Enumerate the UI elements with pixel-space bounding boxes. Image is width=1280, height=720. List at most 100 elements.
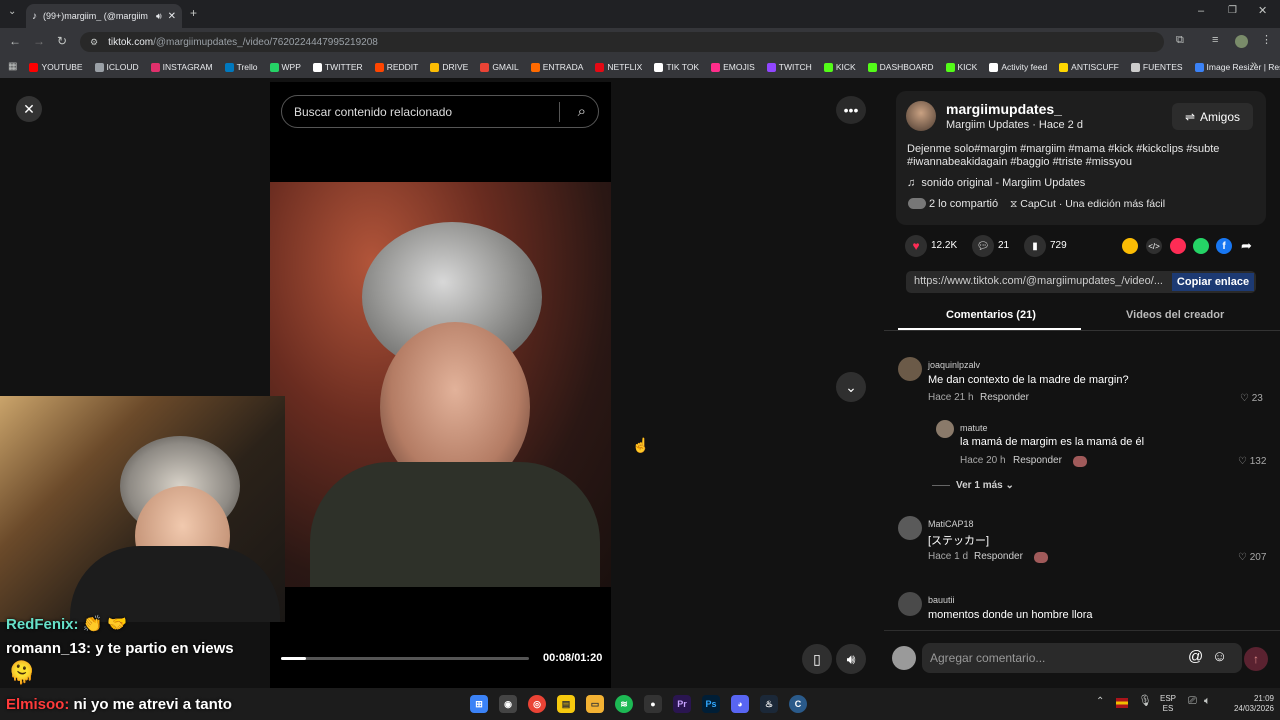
comment-user[interactable]: joaquinlpzalv — [928, 360, 980, 370]
share-more-icon[interactable]: ➦ — [1241, 238, 1252, 254]
search-icon[interactable]: ⌕ — [578, 103, 586, 120]
network-icon[interactable]: ⎚ — [1188, 696, 1197, 707]
site-info-icon[interactable]: ⚙ — [90, 37, 98, 48]
author-avatar[interactable] — [906, 101, 936, 131]
search-input[interactable]: Buscar contenido relacionado ⌕ — [281, 95, 599, 128]
profile-avatar[interactable] — [1235, 35, 1248, 48]
comment-likes[interactable]: ♡ 207 — [1238, 552, 1266, 563]
mention-icon[interactable]: @ — [1188, 648, 1203, 665]
close-video-icon[interactable]: ✕ — [16, 96, 42, 122]
progress-bar[interactable] — [281, 657, 529, 660]
bookmark-icon[interactable]: ▮ — [1024, 235, 1046, 257]
bookmark-item[interactable]: KICK — [823, 62, 856, 72]
bookmark-item[interactable]: WPP — [269, 62, 301, 72]
reload-icon[interactable]: ↻ — [57, 35, 67, 47]
notes-icon[interactable]: ▤ — [557, 695, 575, 713]
emoji-icon[interactable]: ☺ — [1212, 648, 1227, 665]
media-icon[interactable]: ≡ — [1212, 35, 1218, 46]
comment-user[interactable]: MatiCAP18 — [928, 519, 974, 529]
close-window-icon[interactable]: ✕ — [1258, 6, 1267, 17]
bookmark-item[interactable]: Trello — [224, 62, 258, 72]
reply-button[interactable]: Responder — [980, 392, 1029, 403]
facebook-icon[interactable]: f — [1216, 238, 1232, 254]
tab-creator-videos[interactable]: Videos del creador — [1126, 309, 1224, 321]
bookmark-item[interactable]: Image Resizer | Resi... — [1194, 62, 1280, 72]
whatsapp-icon[interactable] — [1193, 238, 1209, 254]
bookmark-item[interactable]: FUENTES — [1130, 62, 1183, 72]
video-frame[interactable] — [270, 182, 611, 587]
maximize-icon[interactable]: ❐ — [1228, 6, 1237, 16]
bookmark-item[interactable]: DASHBOARD — [867, 62, 934, 72]
more-bookmarks-icon[interactable]: » — [1251, 60, 1257, 71]
bookmark-item[interactable]: ICLOUD — [94, 62, 139, 72]
comment-avatar[interactable] — [898, 516, 922, 540]
bookmark-item[interactable]: ANTISCUFF — [1059, 62, 1119, 72]
bookmark-item[interactable]: DRIVE — [430, 62, 468, 72]
steam-icon[interactable]: ♨ — [760, 695, 778, 713]
speaker-icon[interactable]: 🔈︎ — [1204, 696, 1211, 707]
comment-user[interactable]: bauutii — [928, 595, 955, 605]
bookmark-item[interactable]: Activity feed — [989, 62, 1047, 72]
chrome-icon[interactable]: ◎ — [528, 695, 546, 713]
audio-icon[interactable]: 🔊︎ — [156, 11, 162, 22]
start-icon[interactable]: ⊞ — [470, 695, 488, 713]
clock[interactable]: 21:09 24/03/2026 — [1226, 694, 1274, 714]
bookmark-item[interactable]: TWITTER — [312, 62, 363, 72]
friends-button[interactable]: ⇌ Amigos — [1172, 103, 1253, 130]
comment-user[interactable]: matute — [960, 423, 988, 433]
microphone-icon[interactable]: 🎙︎ — [1138, 696, 1152, 707]
bookmark-item[interactable]: GMAIL — [480, 62, 519, 72]
premiere-icon[interactable]: Pr — [673, 695, 691, 713]
discord-bot-icon[interactable]: ◉ — [499, 695, 517, 713]
bookmark-item[interactable]: TIK TOK — [654, 62, 699, 72]
tab-close-icon[interactable]: ✕ — [168, 11, 176, 22]
extensions-icon[interactable]: ⧉ — [1176, 35, 1184, 46]
bookmark-item[interactable]: INSTAGRAM — [150, 62, 213, 72]
comment-avatar[interactable] — [898, 357, 922, 381]
comment-likes[interactable]: ♡ 23 — [1240, 393, 1263, 404]
bookmark-item[interactable]: KICK — [945, 62, 977, 72]
pip-icon[interactable]: ▯ — [802, 644, 832, 674]
tab-search-icon[interactable]: ⌄ — [8, 7, 16, 17]
comment-avatar[interactable] — [936, 420, 954, 438]
volume-icon[interactable]: 🔊︎ — [836, 644, 866, 674]
view-more-replies[interactable]: Ver 1 más ⌄ — [956, 480, 1014, 491]
like-icon[interactable]: ♥ — [905, 235, 927, 257]
tray-chevron-icon[interactable]: ⌃ — [1096, 697, 1104, 707]
discord-icon[interactable]: ◕ — [731, 695, 749, 713]
author-username[interactable]: margiimupdates_ — [946, 101, 1062, 117]
menu-icon[interactable]: ⋮ — [1261, 35, 1272, 46]
tab-comments[interactable]: Comentarios (21) — [946, 309, 1036, 321]
forward-icon[interactable]: → — [33, 35, 45, 47]
bookmark-item[interactable]: ENTRADA — [530, 62, 583, 72]
post-comment-icon[interactable]: ↑ — [1244, 647, 1268, 671]
new-tab-icon[interactable]: + — [190, 7, 197, 19]
repost-icon[interactable] — [1122, 238, 1138, 254]
language-indicator[interactable]: ESP ES — [1160, 694, 1176, 714]
copy-link-button[interactable]: Copiar enlace — [1172, 273, 1254, 291]
bookmark-item[interactable]: EMOJIS — [711, 62, 755, 72]
comment-likes[interactable]: ♡ 132 — [1238, 456, 1266, 467]
app-c-icon[interactable]: C — [789, 695, 807, 713]
bookmark-item[interactable]: TWITCH — [766, 62, 812, 72]
capcut-row[interactable]: ⧖ CapCut · Una edición más fácil — [1010, 198, 1165, 211]
minimize-icon[interactable]: – — [1198, 6, 1204, 17]
embed-icon[interactable]: </> — [1146, 238, 1162, 254]
file-explorer-icon[interactable]: ▭ — [586, 695, 604, 713]
obs-icon[interactable]: ● — [644, 695, 662, 713]
bookmark-item[interactable]: NETFLIX — [595, 62, 642, 72]
send-friend-icon[interactable] — [1170, 238, 1186, 254]
spotify-icon[interactable]: ≋ — [615, 695, 633, 713]
sound-row[interactable]: ♫ sonido original - Margiim Updates — [907, 177, 1085, 189]
browser-tab[interactable]: ♪ (99+)margiim_ (@margiim 🔊︎ ✕ — [26, 4, 182, 28]
reply-button[interactable]: Responder — [1013, 455, 1062, 466]
comment-icon[interactable]: 💬︎ — [972, 235, 994, 257]
more-options-icon[interactable]: ••• — [836, 96, 866, 124]
reply-button[interactable]: Responder — [974, 551, 1023, 562]
next-video-icon[interactable]: ⌄ — [836, 372, 866, 402]
omnibox[interactable]: ⚙ tiktok.com/@margiimupdates_/video/7620… — [80, 32, 1164, 52]
comment-avatar[interactable] — [898, 592, 922, 616]
back-icon[interactable]: ← — [9, 35, 21, 47]
bookmark-item[interactable]: REDDIT — [374, 62, 418, 72]
flag-icon[interactable] — [1116, 698, 1128, 708]
